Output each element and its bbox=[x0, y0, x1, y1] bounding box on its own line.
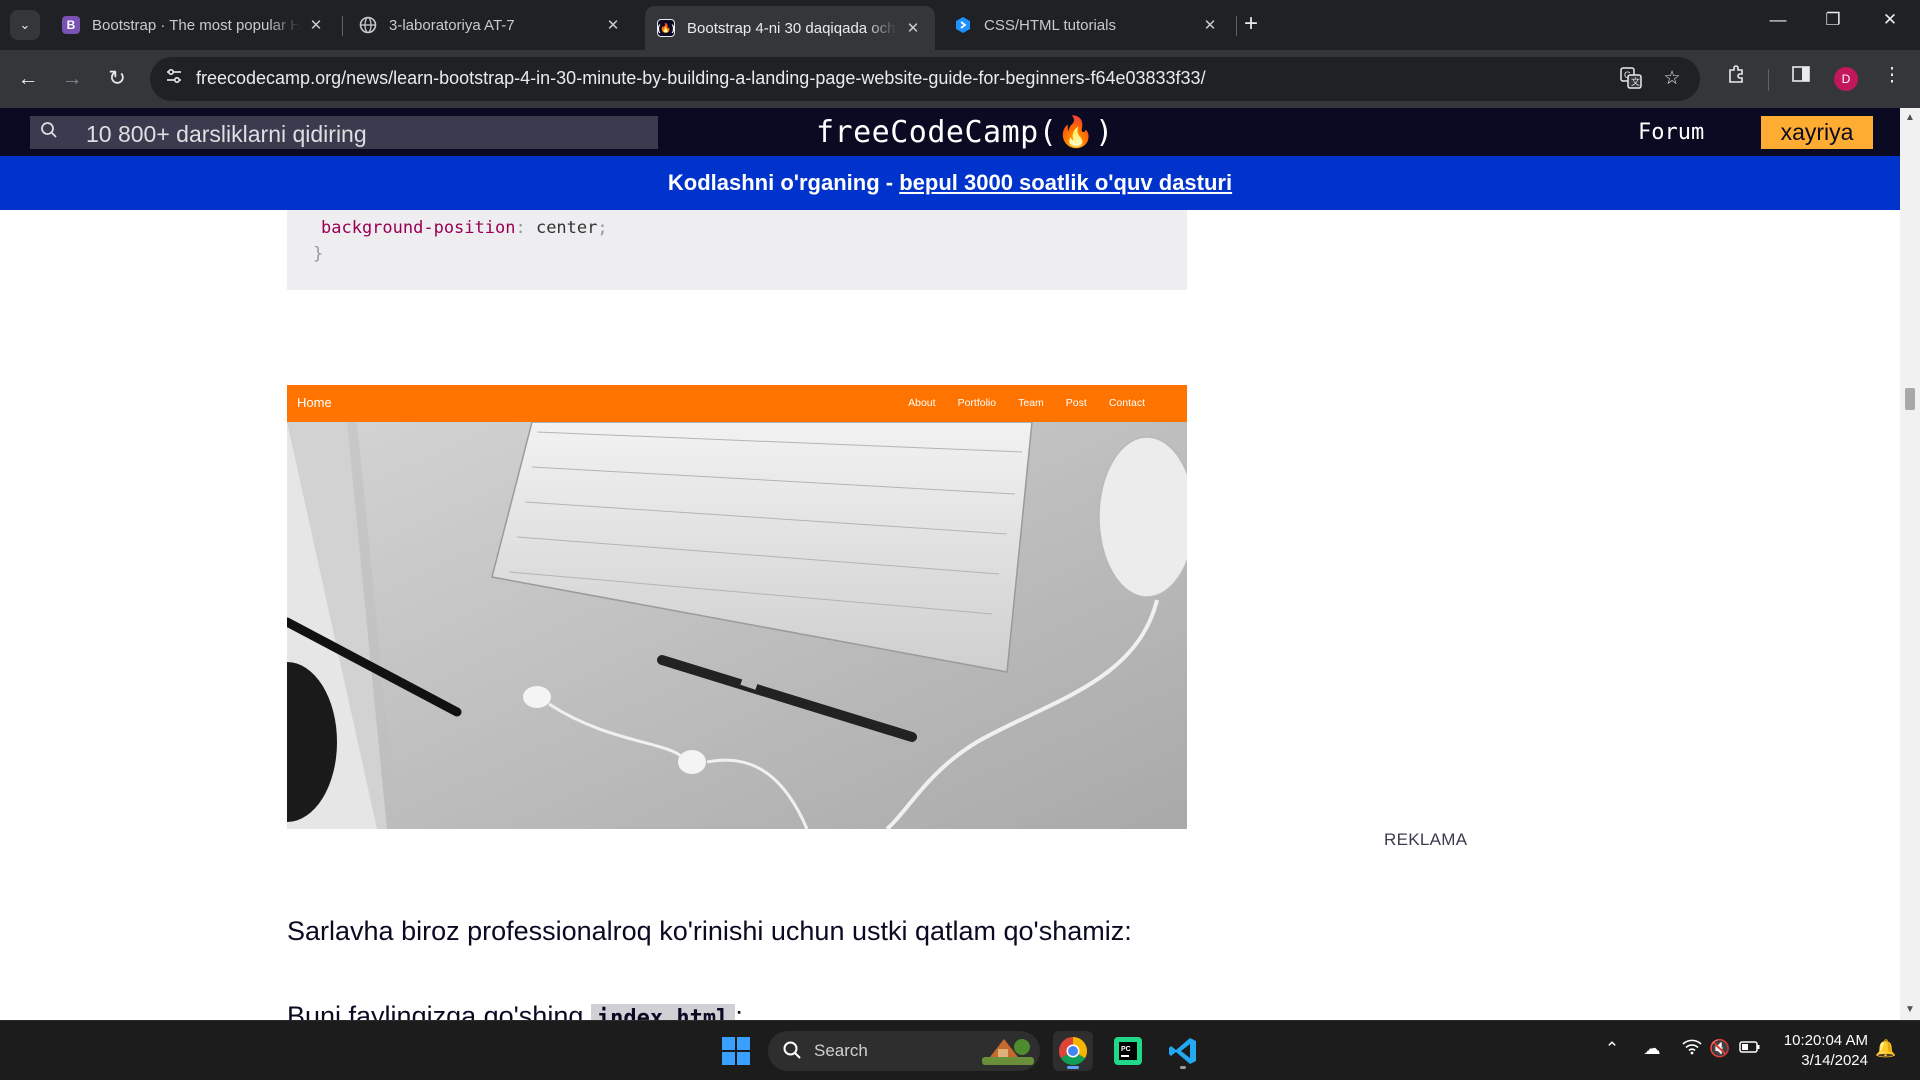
forward-arrow-icon[interactable]: → bbox=[56, 63, 88, 95]
donate-button[interactable]: xayriya bbox=[1761, 116, 1873, 149]
vscode-icon bbox=[1169, 1038, 1196, 1064]
hero-link-team: Team bbox=[1018, 397, 1044, 409]
search-input[interactable]: 10 800+ darsliklarni qidiring bbox=[30, 116, 658, 149]
tab-laboratoriya[interactable]: 3-laboratoriya AT-7 ✕ bbox=[347, 6, 635, 44]
vscode-tutorials-icon bbox=[954, 16, 972, 34]
taskbar-search[interactable]: Search bbox=[768, 1031, 1040, 1071]
paragraph2-tail: : bbox=[735, 1001, 743, 1020]
tab-css-html-tutorials[interactable]: CSS/HTML tutorials ✕ bbox=[942, 6, 1232, 44]
extensions-puzzle-icon[interactable] bbox=[1722, 64, 1752, 90]
close-tab-icon[interactable]: ✕ bbox=[1200, 16, 1220, 34]
taskbar-search-label: Search bbox=[814, 1041, 868, 1060]
back-arrow-icon[interactable]: ← bbox=[12, 63, 44, 95]
browser-toolbar: ← → ↻ freecodecamp.org/news/learn-bootst… bbox=[0, 50, 1920, 108]
taskbar-pycharm[interactable]: PC bbox=[1108, 1031, 1148, 1071]
site-info-icon[interactable] bbox=[162, 67, 186, 91]
tab-bootstrap[interactable]: B Bootstrap · The most popular H ✕ bbox=[50, 6, 338, 44]
article-paragraph: Sarlavha biroz professionalroq ko'rinish… bbox=[287, 916, 1132, 946]
windows-taskbar: Search PC ⌃ ☁ 🔇 10:20:04 AM 3/14/2024 🔔 bbox=[0, 1020, 1920, 1080]
tab-separator bbox=[1236, 16, 1237, 36]
tab-title: Bootstrap · The most popular H bbox=[92, 16, 300, 34]
search-icon bbox=[40, 121, 58, 144]
article-paragraph-2: Buni faylingizga qo'shing index.html: bbox=[287, 1001, 743, 1020]
scroll-up-arrow-icon[interactable]: ▲ bbox=[1904, 112, 1916, 123]
desk-keyboard-photo bbox=[287, 422, 1187, 829]
freecodecamp-logo[interactable]: freeCodeCamp(🔥) bbox=[816, 115, 1114, 150]
scrollbar-thumb[interactable] bbox=[1905, 388, 1915, 410]
svg-text:文: 文 bbox=[1631, 76, 1640, 87]
bootstrap-icon: B bbox=[62, 16, 80, 34]
clock-time: 10:20:04 AM bbox=[1783, 1032, 1868, 1049]
system-clock[interactable]: 10:20:04 AM 3/14/2024 bbox=[1770, 1031, 1868, 1071]
profile-avatar[interactable]: D bbox=[1834, 67, 1858, 91]
freecodecamp-icon: (🔥) bbox=[657, 19, 675, 37]
search-icon bbox=[782, 1040, 802, 1066]
side-panel-icon[interactable] bbox=[1786, 64, 1816, 90]
tab-freecodecamp-active[interactable]: (🔥) Bootstrap 4-ni 30 daqiqada och ✕ bbox=[645, 6, 935, 50]
more-menu-icon[interactable]: ⋮ bbox=[1877, 64, 1907, 87]
chevron-up-icon[interactable]: ⌃ bbox=[1600, 1039, 1624, 1059]
hero-nav-links: About Portfolio Team Post Contact bbox=[908, 397, 1145, 409]
scroll-down-arrow-icon[interactable]: ▼ bbox=[1904, 1004, 1916, 1015]
pycharm-icon: PC bbox=[1114, 1037, 1142, 1065]
close-window-icon[interactable]: ✕ bbox=[1870, 10, 1910, 30]
page-viewport: 10 800+ darsliklarni qidiring freeCodeCa… bbox=[0, 108, 1900, 1020]
close-tab-icon[interactable]: ✕ bbox=[903, 19, 923, 37]
tab-title: CSS/HTML tutorials bbox=[984, 16, 1116, 34]
bookmark-star-icon[interactable]: ☆ bbox=[1659, 67, 1685, 90]
reload-icon[interactable]: ↻ bbox=[101, 63, 133, 95]
code-line: background-position: center; bbox=[321, 218, 608, 238]
svg-text:PC: PC bbox=[1121, 1046, 1131, 1053]
tab-search-chevron-icon[interactable]: ⌄ bbox=[10, 10, 40, 40]
minimize-icon[interactable]: — bbox=[1758, 10, 1798, 30]
learn-banner: Kodlashni o'rganing - bepul 3000 soatlik… bbox=[0, 156, 1900, 210]
code-closing-brace: } bbox=[313, 244, 324, 264]
windows-start-icon[interactable] bbox=[720, 1035, 752, 1067]
globe-icon bbox=[359, 16, 377, 34]
banner-text: Kodlashni o'rganing - bbox=[667, 170, 900, 195]
notification-bell-icon[interactable]: 🔔 bbox=[1874, 1039, 1898, 1059]
wifi-icon[interactable] bbox=[1680, 1039, 1704, 1060]
code-block: background-position: center; } bbox=[287, 210, 1187, 290]
tab-title: Bootstrap 4-ni 30 daqiqada och bbox=[687, 19, 896, 37]
hero-link-contact: Contact bbox=[1108, 397, 1145, 409]
browser-tab-strip: ⌄ B Bootstrap · The most popular H ✕ 3-l… bbox=[0, 0, 1920, 50]
url-text[interactable]: freecodecamp.org/news/learn-bootstrap-4-… bbox=[196, 68, 1206, 89]
active-app-indicator bbox=[1067, 1066, 1079, 1069]
clock-date: 3/14/2024 bbox=[1801, 1052, 1868, 1069]
taskbar-vscode[interactable] bbox=[1163, 1031, 1203, 1071]
toolbar-divider bbox=[1768, 69, 1769, 91]
search-highlight-icon bbox=[982, 1039, 1034, 1065]
fcc-navbar: 10 800+ darsliklarni qidiring freeCodeCa… bbox=[0, 108, 1900, 156]
hero-link-portfolio: Portfolio bbox=[957, 397, 997, 409]
translate-icon[interactable]: G文 bbox=[1618, 67, 1644, 95]
close-tab-icon[interactable]: ✕ bbox=[306, 16, 326, 34]
search-placeholder: 10 800+ darsliklarni qidiring bbox=[86, 121, 367, 147]
taskbar-chrome[interactable] bbox=[1053, 1031, 1093, 1071]
new-tab-button[interactable]: + bbox=[1244, 12, 1258, 36]
code-property: background-position bbox=[321, 218, 516, 238]
landing-page-screenshot: Home About Portfolio Team Post Contact bbox=[287, 385, 1187, 829]
tab-title: 3-laboratoriya AT-7 bbox=[389, 16, 515, 34]
tab-separator bbox=[342, 16, 343, 36]
close-tab-icon[interactable]: ✕ bbox=[603, 16, 623, 34]
forum-link[interactable]: Forum bbox=[1638, 120, 1704, 145]
restore-icon[interactable]: ❐ bbox=[1813, 10, 1853, 30]
chrome-icon bbox=[1059, 1037, 1087, 1065]
onedrive-cloud-icon[interactable]: ☁ bbox=[1640, 1039, 1664, 1059]
code-value: center bbox=[535, 218, 598, 238]
hero-home-link: Home bbox=[297, 395, 332, 410]
battery-icon[interactable] bbox=[1738, 1039, 1762, 1059]
open-app-indicator bbox=[1180, 1066, 1186, 1069]
hero-navbar: Home About Portfolio Team Post Contact bbox=[287, 385, 1187, 422]
hero-link-about: About bbox=[908, 397, 936, 409]
volume-muted-icon[interactable]: 🔇 bbox=[1708, 1039, 1732, 1059]
address-bar[interactable]: freecodecamp.org/news/learn-bootstrap-4-… bbox=[150, 57, 1700, 101]
ad-label: REKLAMA bbox=[1384, 830, 1468, 849]
page-scrollbar[interactable]: ▲ ▼ bbox=[1900, 108, 1920, 1020]
inline-code: index.html bbox=[590, 1004, 736, 1020]
hero-link-post: Post bbox=[1065, 397, 1087, 409]
paragraph2-text: Buni faylingizga qo'shing bbox=[287, 1001, 591, 1020]
banner-link[interactable]: bepul 3000 soatlik o'quv dasturi bbox=[899, 170, 1232, 195]
